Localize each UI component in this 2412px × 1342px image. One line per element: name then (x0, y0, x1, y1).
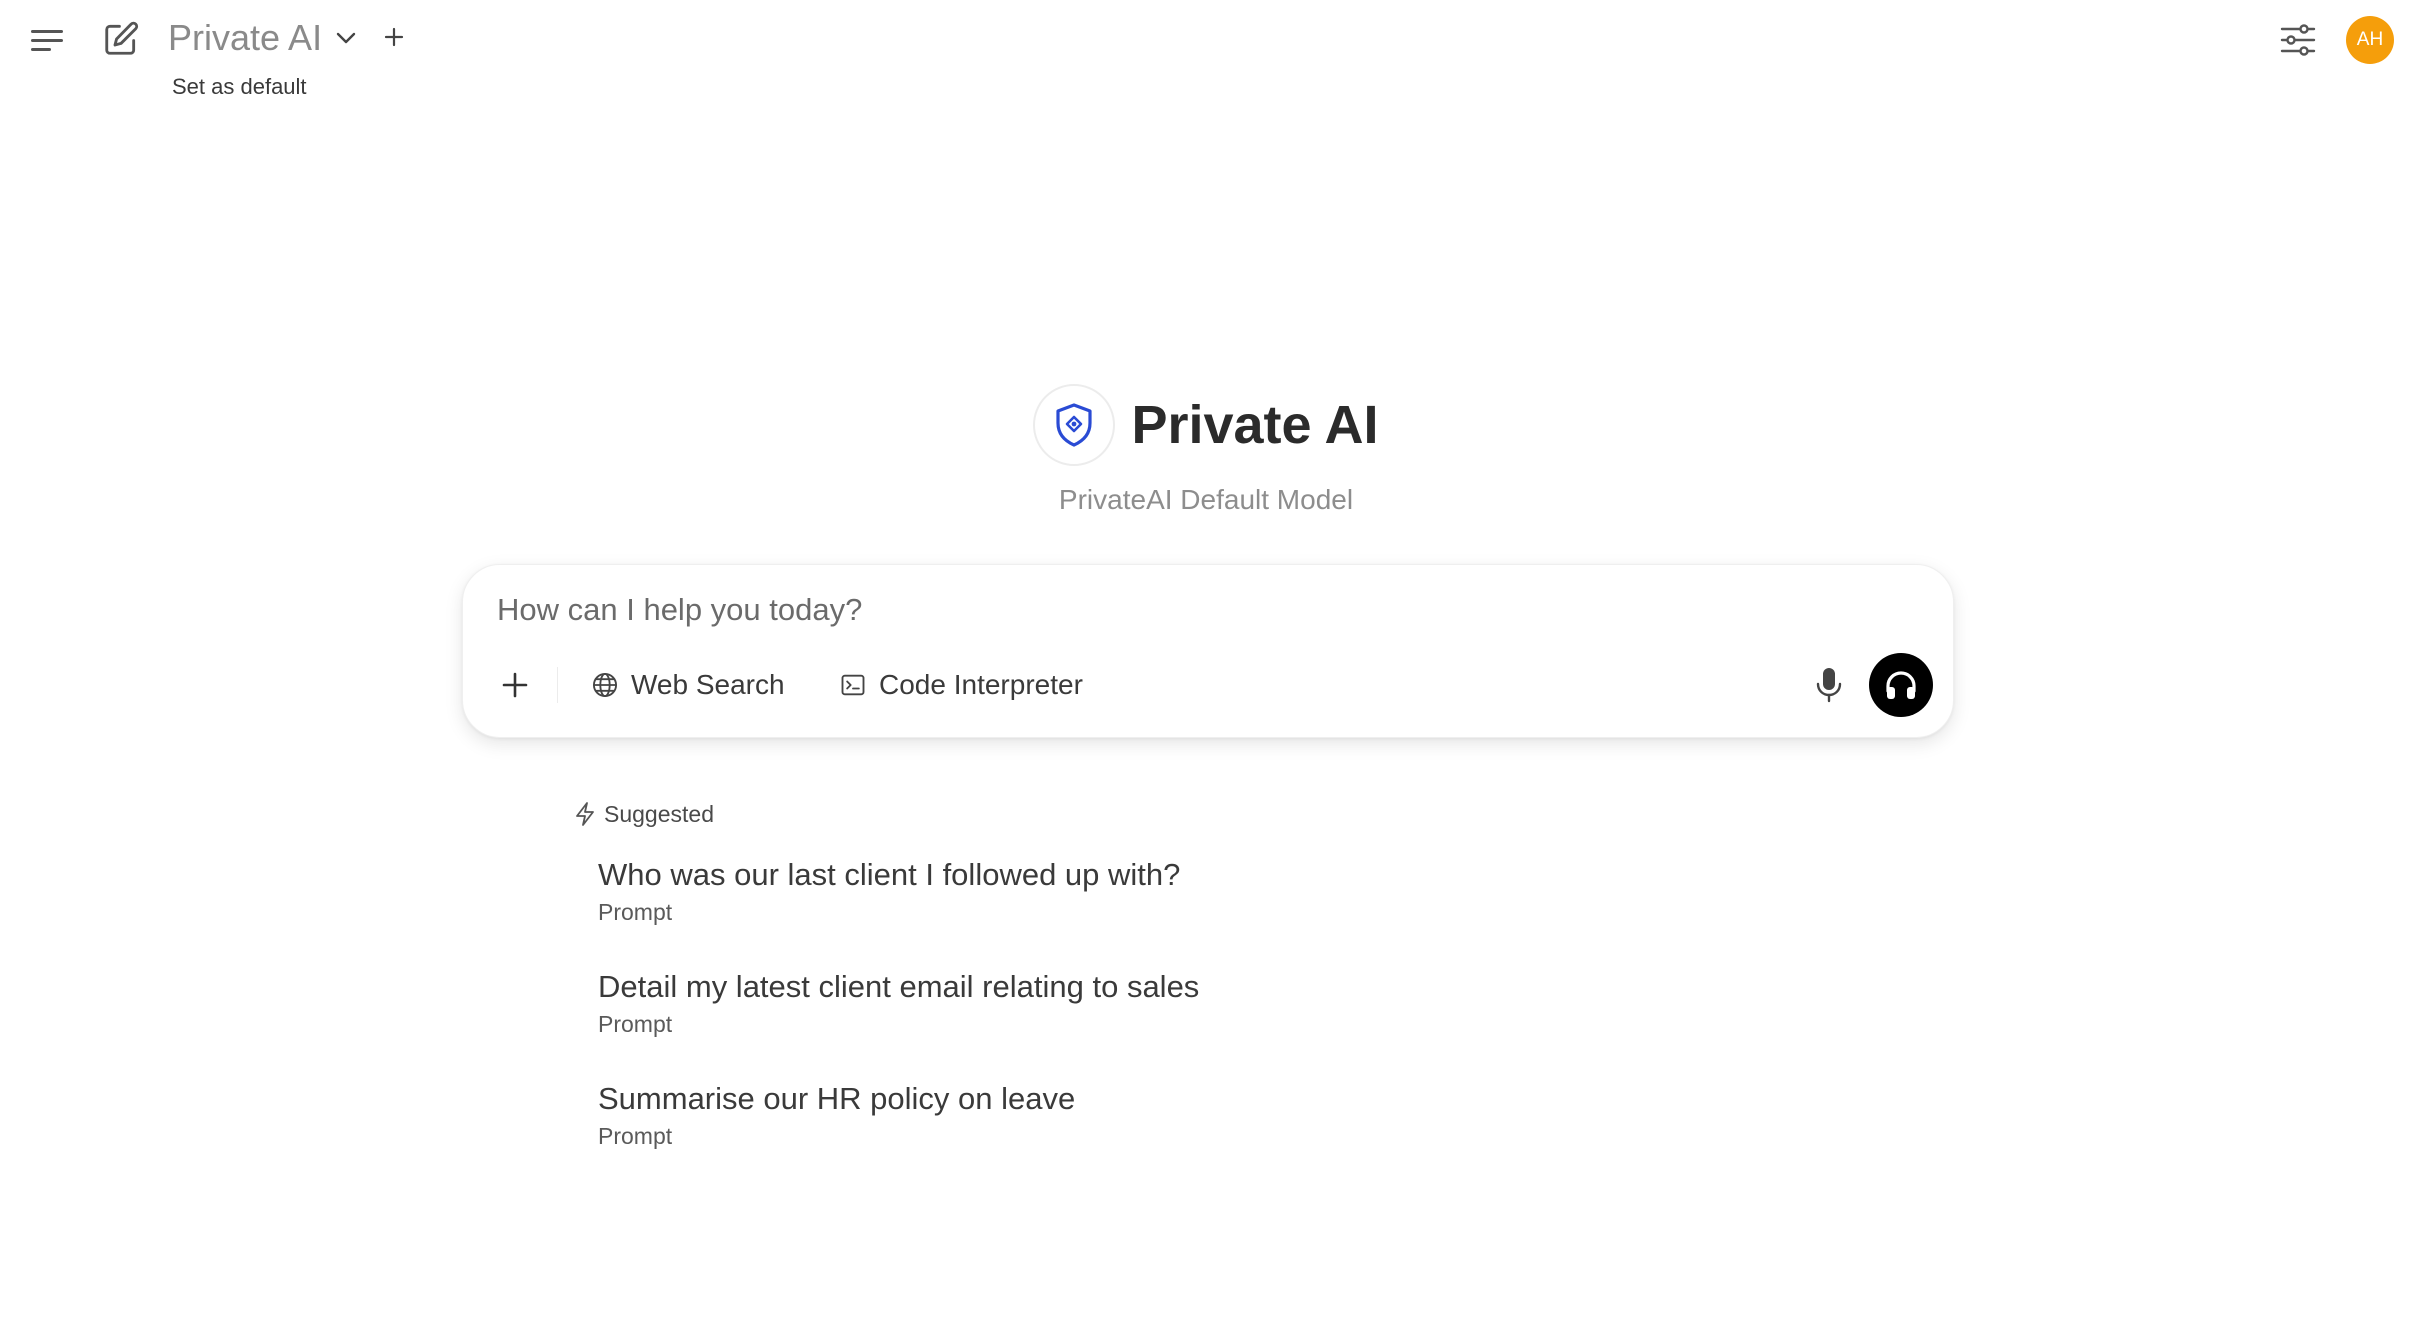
chat-page: Private AI Set as default AH Private AI … (0, 0, 2412, 1342)
hero-subtitle: PrivateAI Default Model (1058, 484, 1354, 515)
code-interpreter-label: Code Interpreter (879, 669, 1083, 700)
suggested-header: Suggested (574, 798, 714, 830)
suggestion-title: Detail my latest client email relating t… (598, 969, 1200, 1004)
menu-icon[interactable] (26, 18, 70, 62)
new-chat-icon[interactable] (98, 16, 144, 62)
chevron-down-icon[interactable] (330, 22, 362, 54)
voice-mode-button[interactable] (1869, 653, 1933, 717)
prompt-input[interactable] (497, 585, 1897, 635)
suggestion-item[interactable]: Detail my latest client email relating t… (598, 966, 1498, 1040)
web-search-label: Web Search (631, 669, 785, 700)
set-as-default-link[interactable]: Set as default (172, 72, 307, 102)
suggestion-item[interactable]: Summarise our HR policy on leave Prompt (598, 1078, 1498, 1152)
divider (557, 667, 558, 703)
terminal-icon (841, 674, 865, 696)
hero-title: Private AI (1131, 395, 1379, 455)
suggestion-subtitle: Prompt (598, 899, 673, 925)
model-hero: Private AI (0, 384, 2412, 466)
globe-icon (592, 672, 618, 698)
suggestion-title: Who was our last client I followed up wi… (598, 857, 1181, 892)
model-selector[interactable]: Private AI (168, 15, 322, 61)
headphones-icon (1886, 671, 1916, 699)
microphone-icon[interactable] (1807, 663, 1851, 707)
lightning-icon (576, 802, 594, 826)
suggestion-item[interactable]: Who was our last client I followed up wi… (598, 854, 1498, 928)
shield-icon (1033, 384, 1116, 466)
user-avatar[interactable]: AH (2346, 16, 2394, 64)
suggestion-subtitle: Prompt (598, 1011, 673, 1037)
message-composer: Web Search Code Interpreter (462, 564, 1954, 738)
suggested-label: Suggested (604, 801, 714, 827)
attach-plus-icon[interactable] (493, 663, 537, 707)
suggestion-title: Summarise our HR policy on leave (598, 1081, 1076, 1116)
sliders-icon[interactable] (2278, 20, 2318, 60)
suggestion-subtitle: Prompt (598, 1123, 673, 1149)
add-model-icon[interactable] (378, 21, 410, 53)
web-search-button[interactable]: Web Search (591, 663, 785, 707)
code-interpreter-button[interactable]: Code Interpreter (839, 663, 1083, 707)
